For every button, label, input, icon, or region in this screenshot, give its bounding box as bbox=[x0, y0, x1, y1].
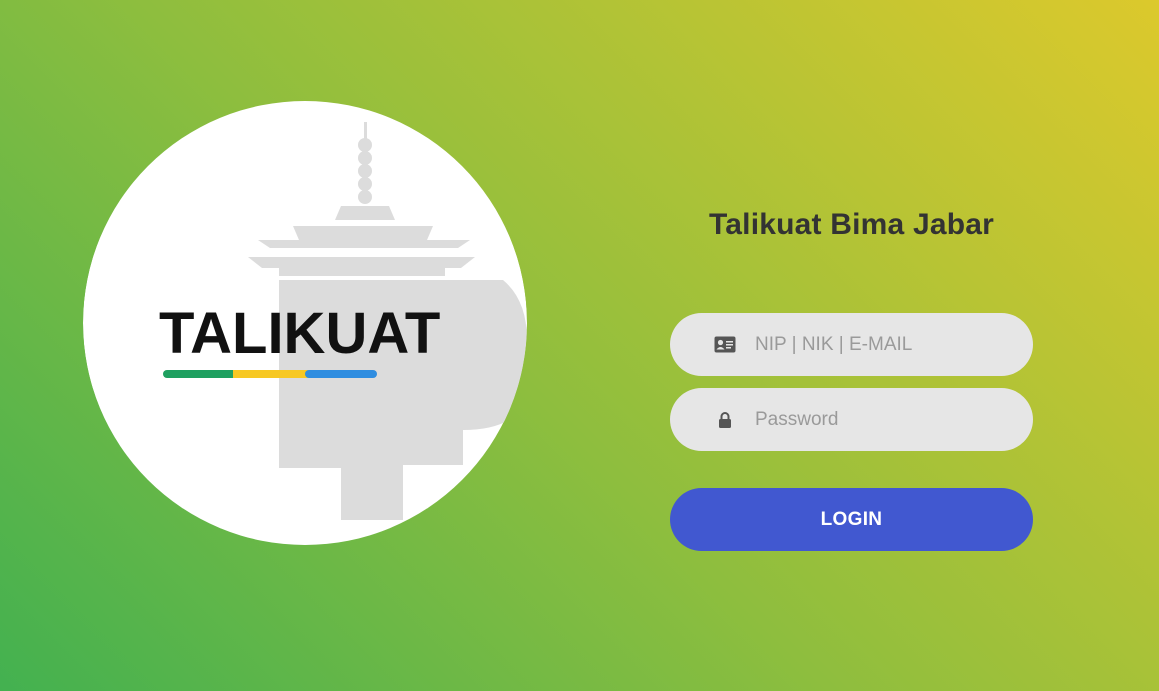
username-field-wrapper bbox=[670, 313, 1033, 376]
lock-icon bbox=[714, 411, 736, 429]
password-input[interactable] bbox=[755, 388, 1005, 451]
id-card-icon bbox=[714, 336, 736, 354]
logo-stripe-yellow bbox=[233, 370, 309, 378]
logo-stripe-blue bbox=[305, 370, 377, 378]
logo-stripe-green bbox=[163, 370, 237, 378]
logo-wordmark: TALIKUAT bbox=[159, 301, 440, 366]
page-title: Talikuat Bima Jabar bbox=[708, 208, 995, 241]
username-input[interactable] bbox=[755, 313, 1005, 376]
password-field-wrapper bbox=[670, 388, 1033, 451]
login-button[interactable]: LOGIN bbox=[670, 488, 1033, 551]
talikuat-logo: TALIKUAT bbox=[83, 100, 527, 546]
